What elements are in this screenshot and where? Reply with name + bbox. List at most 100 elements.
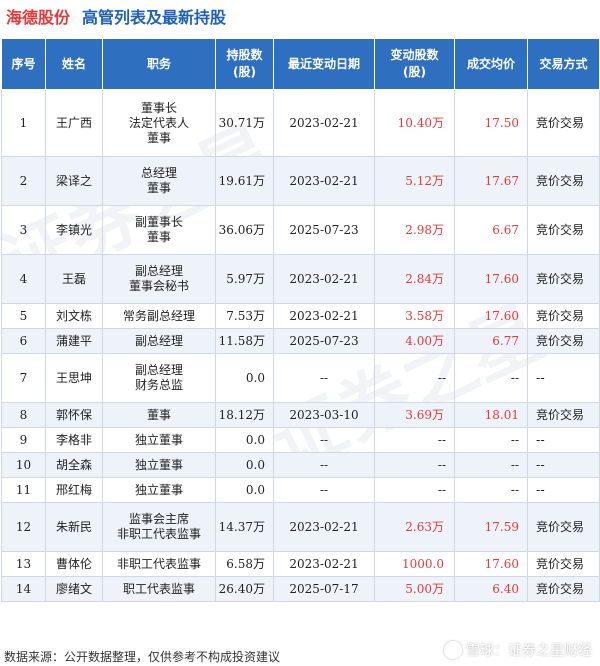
page-title: 高管列表及最新持股 xyxy=(82,8,227,27)
column-header: 成交均价 xyxy=(454,38,528,90)
last-change-date: 2025-07-23 xyxy=(273,328,375,354)
trade-method: 竞价交易 xyxy=(527,254,600,304)
snowball-icon xyxy=(444,641,462,659)
table-row: 9 李格非 独立董事 0.0 -- -- -- -- xyxy=(1,427,600,453)
change-shares: 2.84万 xyxy=(374,254,455,304)
shares-held: 11.58万 xyxy=(215,328,274,354)
exec-roles: 非职工代表监事 xyxy=(102,551,216,577)
shares-held: 19.61万 xyxy=(215,156,274,206)
role-line: 总经理 xyxy=(140,166,177,180)
exec-roles: 副总经理 财务总监 xyxy=(102,353,216,403)
shares-held: 5.97万 xyxy=(215,254,274,304)
trade-method: 竞价交易 xyxy=(527,156,600,206)
exec-roles: 职工代表监事 xyxy=(102,576,216,602)
row-number: 14 xyxy=(1,576,46,602)
shares-held: 0.0 xyxy=(215,353,274,403)
role-line: 非职工代表监事 xyxy=(116,556,201,571)
table-row: 1 王广西 董事长 法定代表人 董事 30.71万 2023-02-21 10.40万 17.5… xyxy=(1,89,600,157)
trade-method: -- xyxy=(527,353,600,403)
last-change-date: 2025-07-17 xyxy=(273,576,375,602)
exec-name: 王广西 xyxy=(45,89,103,157)
exec-roles: 总经理 董事 xyxy=(102,156,216,206)
avg-price: 6.40 xyxy=(454,576,528,602)
table-row: 2 梁译之 总经理 董事 19.61万 2023-02-21 5.12万 17.67 竞价交易 xyxy=(1,156,600,206)
change-shares: -- xyxy=(374,427,455,453)
last-change-date: -- xyxy=(273,427,375,453)
brand-logo: 雪球：证券之星财经 xyxy=(444,640,592,660)
row-number: 6 xyxy=(1,328,46,354)
exec-roles: 董事长 法定代表人 董事 xyxy=(102,89,216,157)
avg-price: 6.67 xyxy=(454,205,528,255)
avg-price: 17.59 xyxy=(454,502,528,552)
trade-method: 竞价交易 xyxy=(527,89,600,157)
table-row: 7 王思坤 副总经理 财务总监 0.0 -- -- -- -- xyxy=(1,353,600,403)
last-change-date: 2023-02-21 xyxy=(273,254,375,304)
exec-name: 李镇光 xyxy=(45,205,103,255)
last-change-date: -- xyxy=(273,353,375,403)
exec-roles: 监事会主席 非职工代表监事 xyxy=(102,502,216,552)
shares-held: 0.0 xyxy=(215,477,274,503)
trade-method: 竞价交易 xyxy=(527,551,600,577)
change-shares: 2.63万 xyxy=(374,502,455,552)
table-row: 11 邢红梅 独立董事 0.0 -- -- -- -- xyxy=(1,477,600,503)
brand-text: 雪球：证券之星财经 xyxy=(466,643,592,659)
source-note: 数据来源：公开数据整理，仅供参考不构成投资建议 xyxy=(4,650,281,664)
last-change-date: 2025-07-23 xyxy=(273,205,375,255)
role-line: 副董事长 xyxy=(134,215,183,229)
exec-name: 朱新民 xyxy=(45,502,103,552)
shares-held: 36.06万 xyxy=(215,205,274,255)
exec-roles: 副董事长 董事 xyxy=(102,205,216,255)
shares-held: 0.0 xyxy=(215,452,274,478)
trade-method: -- xyxy=(527,477,600,503)
exec-name: 王磊 xyxy=(45,254,103,304)
table-row: 4 王磊 副总经理 董事会秘书 5.97万 2023-02-21 2.84万 17.60 竞价交… xyxy=(1,254,600,304)
avg-price: -- xyxy=(454,477,528,503)
trade-method: -- xyxy=(527,452,600,478)
change-shares: -- xyxy=(374,452,455,478)
role-line: 董事 xyxy=(146,230,171,244)
shares-held: 18.12万 xyxy=(215,402,274,428)
column-header: 交易方式 xyxy=(527,38,600,90)
avg-price: 17.60 xyxy=(454,551,528,577)
column-header: 序号 xyxy=(1,38,46,90)
row-number: 1 xyxy=(1,89,46,157)
avg-price: 18.01 xyxy=(454,402,528,428)
role-line: 法定代表人 xyxy=(128,115,189,130)
shares-held: 0.0 xyxy=(215,427,274,453)
avg-price: 17.50 xyxy=(454,89,528,157)
last-change-date: 2023-02-21 xyxy=(273,303,375,329)
exec-roles: 独立董事 xyxy=(102,427,216,453)
trade-method: 竞价交易 xyxy=(527,402,600,428)
table-header-row: 序号 姓名 职务 持股数 (股) 最近变动日期 变动股数 (股) 成交均价 交易方式 xyxy=(1,38,600,90)
table-row: 5 刘文栋 常务副总经理 7.53万 2023-02-21 3.58万 17.60 竞价交易 xyxy=(1,303,600,329)
avg-price: 6.77 xyxy=(454,328,528,354)
exec-name: 郭怀保 xyxy=(45,402,103,428)
change-shares: 1000.0 xyxy=(374,551,455,577)
table-row: 13 曹体伦 非职工代表监事 6.58万 2023-02-21 1000.0 17.60 竞价… xyxy=(1,551,600,577)
change-shares: -- xyxy=(374,353,455,403)
exec-name: 曹体伦 xyxy=(45,551,103,577)
column-header: 姓名 xyxy=(45,38,103,90)
last-change-date: 2023-03-10 xyxy=(273,402,375,428)
change-shares: 2.98万 xyxy=(374,205,455,255)
column-header: 持股数 (股) xyxy=(215,38,274,90)
trade-method: 竞价交易 xyxy=(527,328,600,354)
table-row: 8 郭怀保 董事 18.12万 2023-03-10 3.69万 18.01 竞价交易 xyxy=(1,402,600,428)
exec-roles: 独立董事 xyxy=(102,477,216,503)
exec-roles: 独立董事 xyxy=(102,452,216,478)
role-line: 副总经理 xyxy=(134,333,183,348)
row-number: 2 xyxy=(1,156,46,206)
role-line: 非职工代表监事 xyxy=(116,527,201,541)
role-line: 董事会秘书 xyxy=(128,279,189,293)
shares-held: 6.58万 xyxy=(215,551,274,577)
last-change-date: -- xyxy=(273,452,375,478)
exec-roles: 董事 xyxy=(102,402,216,428)
avg-price: -- xyxy=(454,427,528,453)
avg-price: -- xyxy=(454,452,528,478)
role-line: 独立董事 xyxy=(134,432,183,447)
trade-method: 竞价交易 xyxy=(527,576,600,602)
table-row: 14 廖绪文 职工代表监事 26.40万 2025-07-17 5.00万 6.40 竞价交易 xyxy=(1,576,600,602)
avg-price: -- xyxy=(454,353,528,403)
holdings-table: 序号 姓名 职务 持股数 (股) 最近变动日期 变动股数 (股) 成交均价 交易方式 1 王广西 董事… xyxy=(1,38,600,602)
table-row: 6 蒲建平 副总经理 11.58万 2025-07-23 4.00万 6.77 竞价交易 xyxy=(1,328,600,354)
